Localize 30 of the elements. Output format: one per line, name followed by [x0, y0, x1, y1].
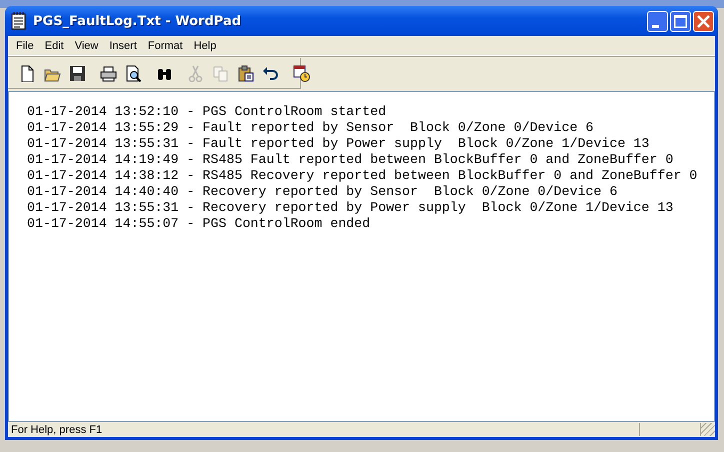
maximize-button[interactable] [670, 10, 691, 32]
close-icon [697, 14, 710, 28]
notepad-icon [11, 12, 27, 30]
text-line: 01-17-2014 14:55:07 - PGS ControlRoom ended [27, 216, 372, 232]
resize-grip[interactable] [700, 423, 715, 436]
menu-item[interactable]: Format [142, 40, 189, 52]
menu-item[interactable]: Insert [104, 40, 143, 52]
clipboard-icon[interactable] [236, 64, 255, 82]
text-line: 01-17-2014 14:38:12 - RS485 Recovery reported between BlockBuffer 0 and ZoneBuffer 0 [27, 168, 698, 184]
text-line: 01-17-2014 13:55:29 - Fault reported by Sensor Block 0/Zone 0/Device 6 [27, 120, 595, 136]
close-button[interactable] [693, 10, 714, 32]
text-line: 01-17-2014 13:55:31 - Fault reported by Power supply Block 0/Zone 1/Device 13 [27, 136, 650, 152]
minimize-button[interactable] [647, 10, 668, 32]
menu-item[interactable]: View [70, 40, 104, 52]
maximize-icon [674, 14, 687, 28]
minimize-icon [652, 24, 658, 28]
menu-item[interactable]: Edit [40, 40, 70, 52]
text-line: 01-17-2014 13:55:31 - Recovery reported by Power supply Block 0/Zone 1/Device 13 [27, 200, 674, 216]
menu-item[interactable]: Help [188, 40, 222, 52]
text-line: 01-17-2014 14:19:49 - RS485 Fault reported between BlockBuffer 0 and ZoneBuffer 0 [27, 152, 674, 168]
printer-icon[interactable] [99, 64, 118, 82]
status-text: For Help, press F1 [10, 424, 104, 436]
text-line: 01-17-2014 14:40:40 - Recovery reported by Sensor Block 0/Zone 0/Device 6 [27, 184, 618, 200]
document-area[interactable] [8, 91, 715, 422]
magnifier-page-icon[interactable] [124, 64, 143, 82]
menu-item[interactable]: File [11, 40, 40, 52]
floppy-disk-icon[interactable] [68, 64, 87, 82]
window-title: PGS_FaultLog.Txt - WordPad [33, 14, 242, 28]
calendar-clock-icon[interactable] [292, 64, 311, 82]
text-line: 01-17-2014 13:52:10 - PGS ControlRoom started [27, 104, 388, 120]
